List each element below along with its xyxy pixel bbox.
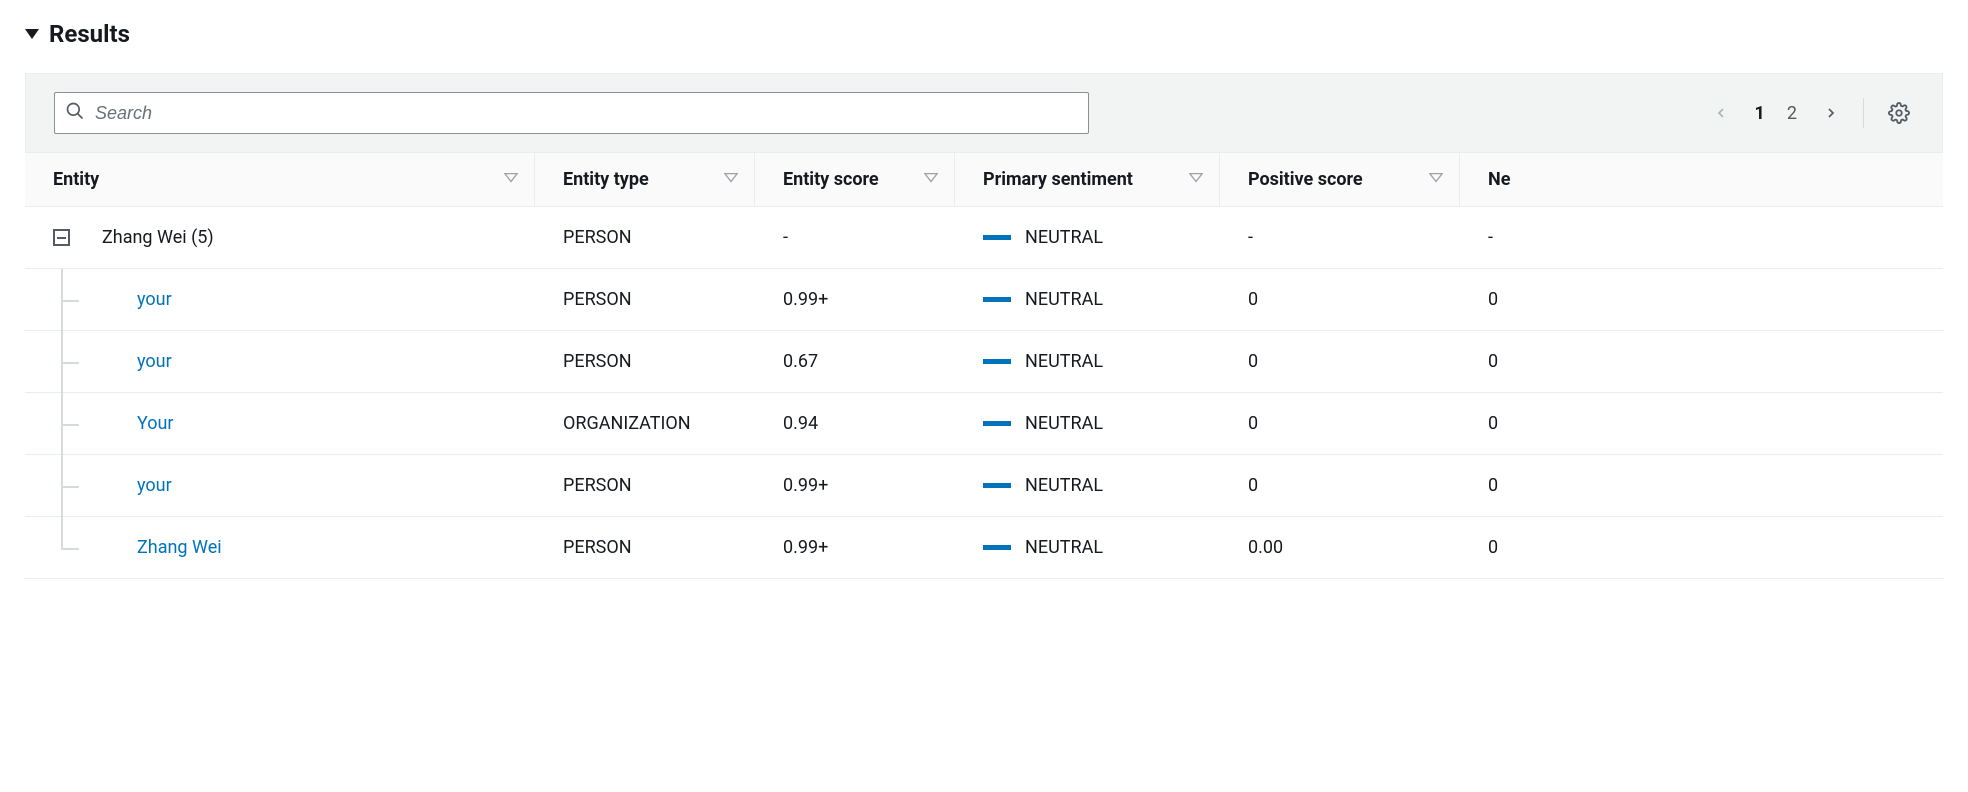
entity-type: PERSON <box>535 227 755 248</box>
ne-value: 0 <box>1460 289 1943 310</box>
primary-sentiment: NEUTRAL <box>983 413 1103 434</box>
sentiment-label: NEUTRAL <box>1025 537 1103 558</box>
primary-sentiment: NEUTRAL <box>983 289 1103 310</box>
tree-connector <box>61 393 137 455</box>
page-number-2[interactable]: 2 <box>1787 103 1797 124</box>
primary-sentiment: NEUTRAL <box>983 227 1103 248</box>
column-label: Entity type <box>563 169 649 190</box>
entity-link[interactable]: your <box>137 351 172 372</box>
filter-icon <box>924 169 938 190</box>
ne-value: 0 <box>1460 351 1943 372</box>
entity-link[interactable]: Your <box>137 413 174 434</box>
table-row-parent: Zhang Wei (5) PERSON - NEUTRAL - - <box>25 207 1943 269</box>
tree-connector <box>61 455 137 517</box>
table-row: your PERSON 0.99+ NEUTRAL 0 0 <box>25 269 1943 331</box>
sentiment-bar-icon <box>983 235 1011 240</box>
entity-score: 0.99+ <box>755 537 955 558</box>
table-row: Zhang Wei PERSON 0.99+ NEUTRAL 0.00 0 <box>25 517 1943 579</box>
collapse-row-button[interactable] <box>53 229 70 246</box>
entity-score: 0.99+ <box>755 475 955 496</box>
sentiment-bar-icon <box>983 483 1011 488</box>
entity-name: Zhang Wei (5) <box>102 227 214 248</box>
entity-type: PERSON <box>535 289 755 310</box>
filter-icon <box>1429 169 1443 190</box>
entity-type: PERSON <box>535 351 755 372</box>
positive-score: 0 <box>1220 289 1460 310</box>
entity-score: - <box>755 227 955 248</box>
entity-score: 0.99+ <box>755 289 955 310</box>
primary-sentiment: NEUTRAL <box>983 475 1103 496</box>
prev-page-button[interactable] <box>1709 101 1733 125</box>
column-header-positive[interactable]: Positive score <box>1220 153 1460 206</box>
sentiment-label: NEUTRAL <box>1025 475 1103 496</box>
sentiment-bar-icon <box>983 421 1011 426</box>
positive-score: 0.00 <box>1220 537 1460 558</box>
ne-value: 0 <box>1460 537 1943 558</box>
results-title: Results <box>49 20 130 48</box>
table-row: your PERSON 0.67 NEUTRAL 0 0 <box>25 331 1943 393</box>
positive-score: 0 <box>1220 413 1460 434</box>
entity-link[interactable]: your <box>137 475 172 496</box>
column-label: Positive score <box>1248 169 1363 190</box>
next-page-button[interactable] <box>1819 101 1843 125</box>
sentiment-bar-icon <box>983 545 1011 550</box>
column-header-score[interactable]: Entity score <box>755 153 955 206</box>
tree-connector <box>61 331 137 393</box>
filter-icon <box>724 169 738 190</box>
column-header-sentiment[interactable]: Primary sentiment <box>955 153 1220 206</box>
tree-connector <box>61 269 137 331</box>
primary-sentiment: NEUTRAL <box>983 537 1103 558</box>
sentiment-bar-icon <box>983 297 1011 302</box>
positive-score: - <box>1220 227 1460 248</box>
tree-connector <box>61 517 137 579</box>
positive-score: 0 <box>1220 475 1460 496</box>
positive-score: 0 <box>1220 351 1460 372</box>
table-row: Your ORGANIZATION 0.94 NEUTRAL 0 0 <box>25 393 1943 455</box>
column-header-ne[interactable]: Ne <box>1460 153 1943 206</box>
ne-value: 0 <box>1460 475 1943 496</box>
column-label: Entity <box>53 169 99 190</box>
column-header-entity[interactable]: Entity <box>25 153 535 206</box>
search-input[interactable] <box>95 103 1078 124</box>
entity-link[interactable]: your <box>137 289 172 310</box>
search-icon <box>65 101 85 126</box>
page-number-1[interactable]: 1 <box>1755 103 1765 124</box>
pagination: 1 2 <box>1709 101 1843 125</box>
sentiment-label: NEUTRAL <box>1025 413 1103 434</box>
table-header: Entity Entity type Entity score Primary … <box>25 153 1943 207</box>
entity-type: PERSON <box>535 537 755 558</box>
entity-type: ORGANIZATION <box>535 413 755 434</box>
toolbar: 1 2 <box>25 73 1943 152</box>
ne-value: - <box>1460 227 1943 248</box>
entity-score: 0.67 <box>755 351 955 372</box>
column-header-type[interactable]: Entity type <box>535 153 755 206</box>
entity-score: 0.94 <box>755 413 955 434</box>
sentiment-label: NEUTRAL <box>1025 227 1103 248</box>
primary-sentiment: NEUTRAL <box>983 351 1103 372</box>
column-label: Primary sentiment <box>983 169 1133 190</box>
results-table: Entity Entity type Entity score Primary … <box>25 152 1943 579</box>
table-body: Zhang Wei (5) PERSON - NEUTRAL - - <box>25 207 1943 579</box>
entity-link[interactable]: Zhang Wei <box>137 537 222 558</box>
divider <box>1863 98 1864 128</box>
sentiment-label: NEUTRAL <box>1025 351 1103 372</box>
filter-icon <box>1189 169 1203 190</box>
search-box[interactable] <box>54 92 1089 134</box>
entity-type: PERSON <box>535 475 755 496</box>
sentiment-bar-icon <box>983 359 1011 364</box>
column-label: Ne <box>1488 169 1510 190</box>
sentiment-label: NEUTRAL <box>1025 289 1103 310</box>
settings-button[interactable] <box>1884 98 1914 128</box>
column-label: Entity score <box>783 169 879 190</box>
collapse-toggle-icon[interactable] <box>25 29 39 39</box>
ne-value: 0 <box>1460 413 1943 434</box>
filter-icon <box>504 169 518 190</box>
table-row: your PERSON 0.99+ NEUTRAL 0 0 <box>25 455 1943 517</box>
